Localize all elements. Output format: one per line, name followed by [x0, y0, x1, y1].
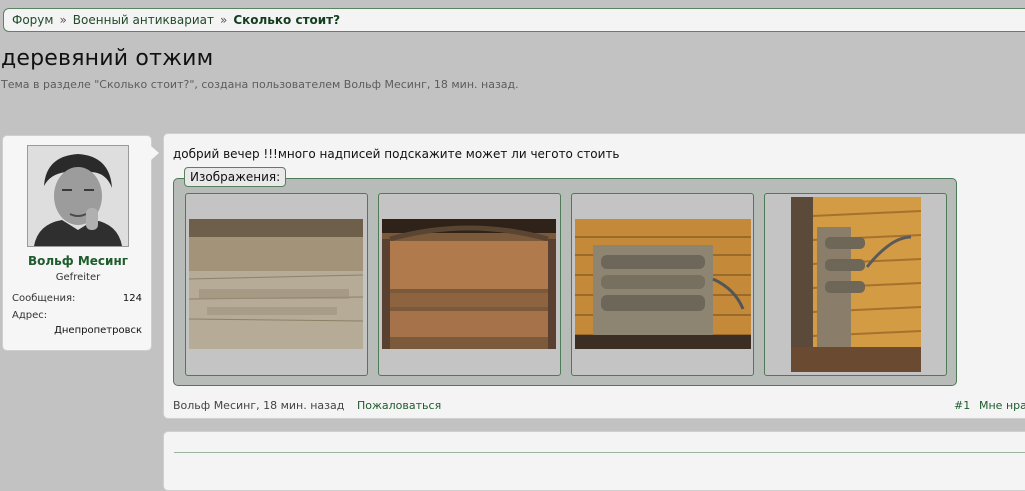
- breadcrumb-separator: »: [59, 13, 67, 27]
- attachment-thumbnail[interactable]: [571, 193, 754, 376]
- attachment-thumbnail[interactable]: [185, 193, 368, 376]
- thread-title: деревяний отжим: [1, 46, 214, 71]
- like-button[interactable]: Мне нра: [979, 399, 1025, 412]
- breadcrumb: Форум » Военный антиквариат » Сколько стоит?: [3, 8, 1025, 32]
- avatar[interactable]: [27, 145, 129, 247]
- breadcrumb-current-section[interactable]: Сколько стоит?: [233, 13, 340, 27]
- breadcrumb-separator: »: [219, 13, 228, 27]
- breadcrumb-military-antiques-link[interactable]: Военный антиквариат: [73, 13, 214, 27]
- messages-count: 124: [122, 293, 142, 304]
- report-button[interactable]: Пожаловаться: [357, 399, 441, 412]
- breadcrumb-forum-link[interactable]: Форум: [12, 13, 53, 27]
- reply-box: [163, 431, 1025, 491]
- attachments-label: Изображения:: [184, 167, 287, 187]
- post-message: добрий вечер !!!много надписей подскажит…: [163, 133, 1025, 419]
- post-number-link[interactable]: #1: [954, 399, 970, 412]
- attachment-thumbnail[interactable]: [764, 193, 947, 376]
- messages-label: Сообщения:: [12, 293, 76, 304]
- divider: [174, 452, 1025, 453]
- address-label: Адрес:: [12, 310, 48, 321]
- post-author-date[interactable]: Вольф Месинг, 18 мин. назад: [173, 399, 344, 412]
- thread-description: Тема в разделе "Сколько стоит?", создана…: [1, 78, 519, 91]
- attachment-thumbnail[interactable]: [378, 193, 561, 376]
- user-rank: Gefreiter: [55, 272, 101, 283]
- post-text: добрий вечер !!!много надписей подскажит…: [173, 147, 620, 161]
- address-value: Днепропетровск: [54, 325, 142, 336]
- username-link[interactable]: Вольф Месинг: [3, 254, 153, 268]
- user-info-card: Вольф Месинг Gefreiter Сообщения: 124 Ад…: [2, 135, 159, 351]
